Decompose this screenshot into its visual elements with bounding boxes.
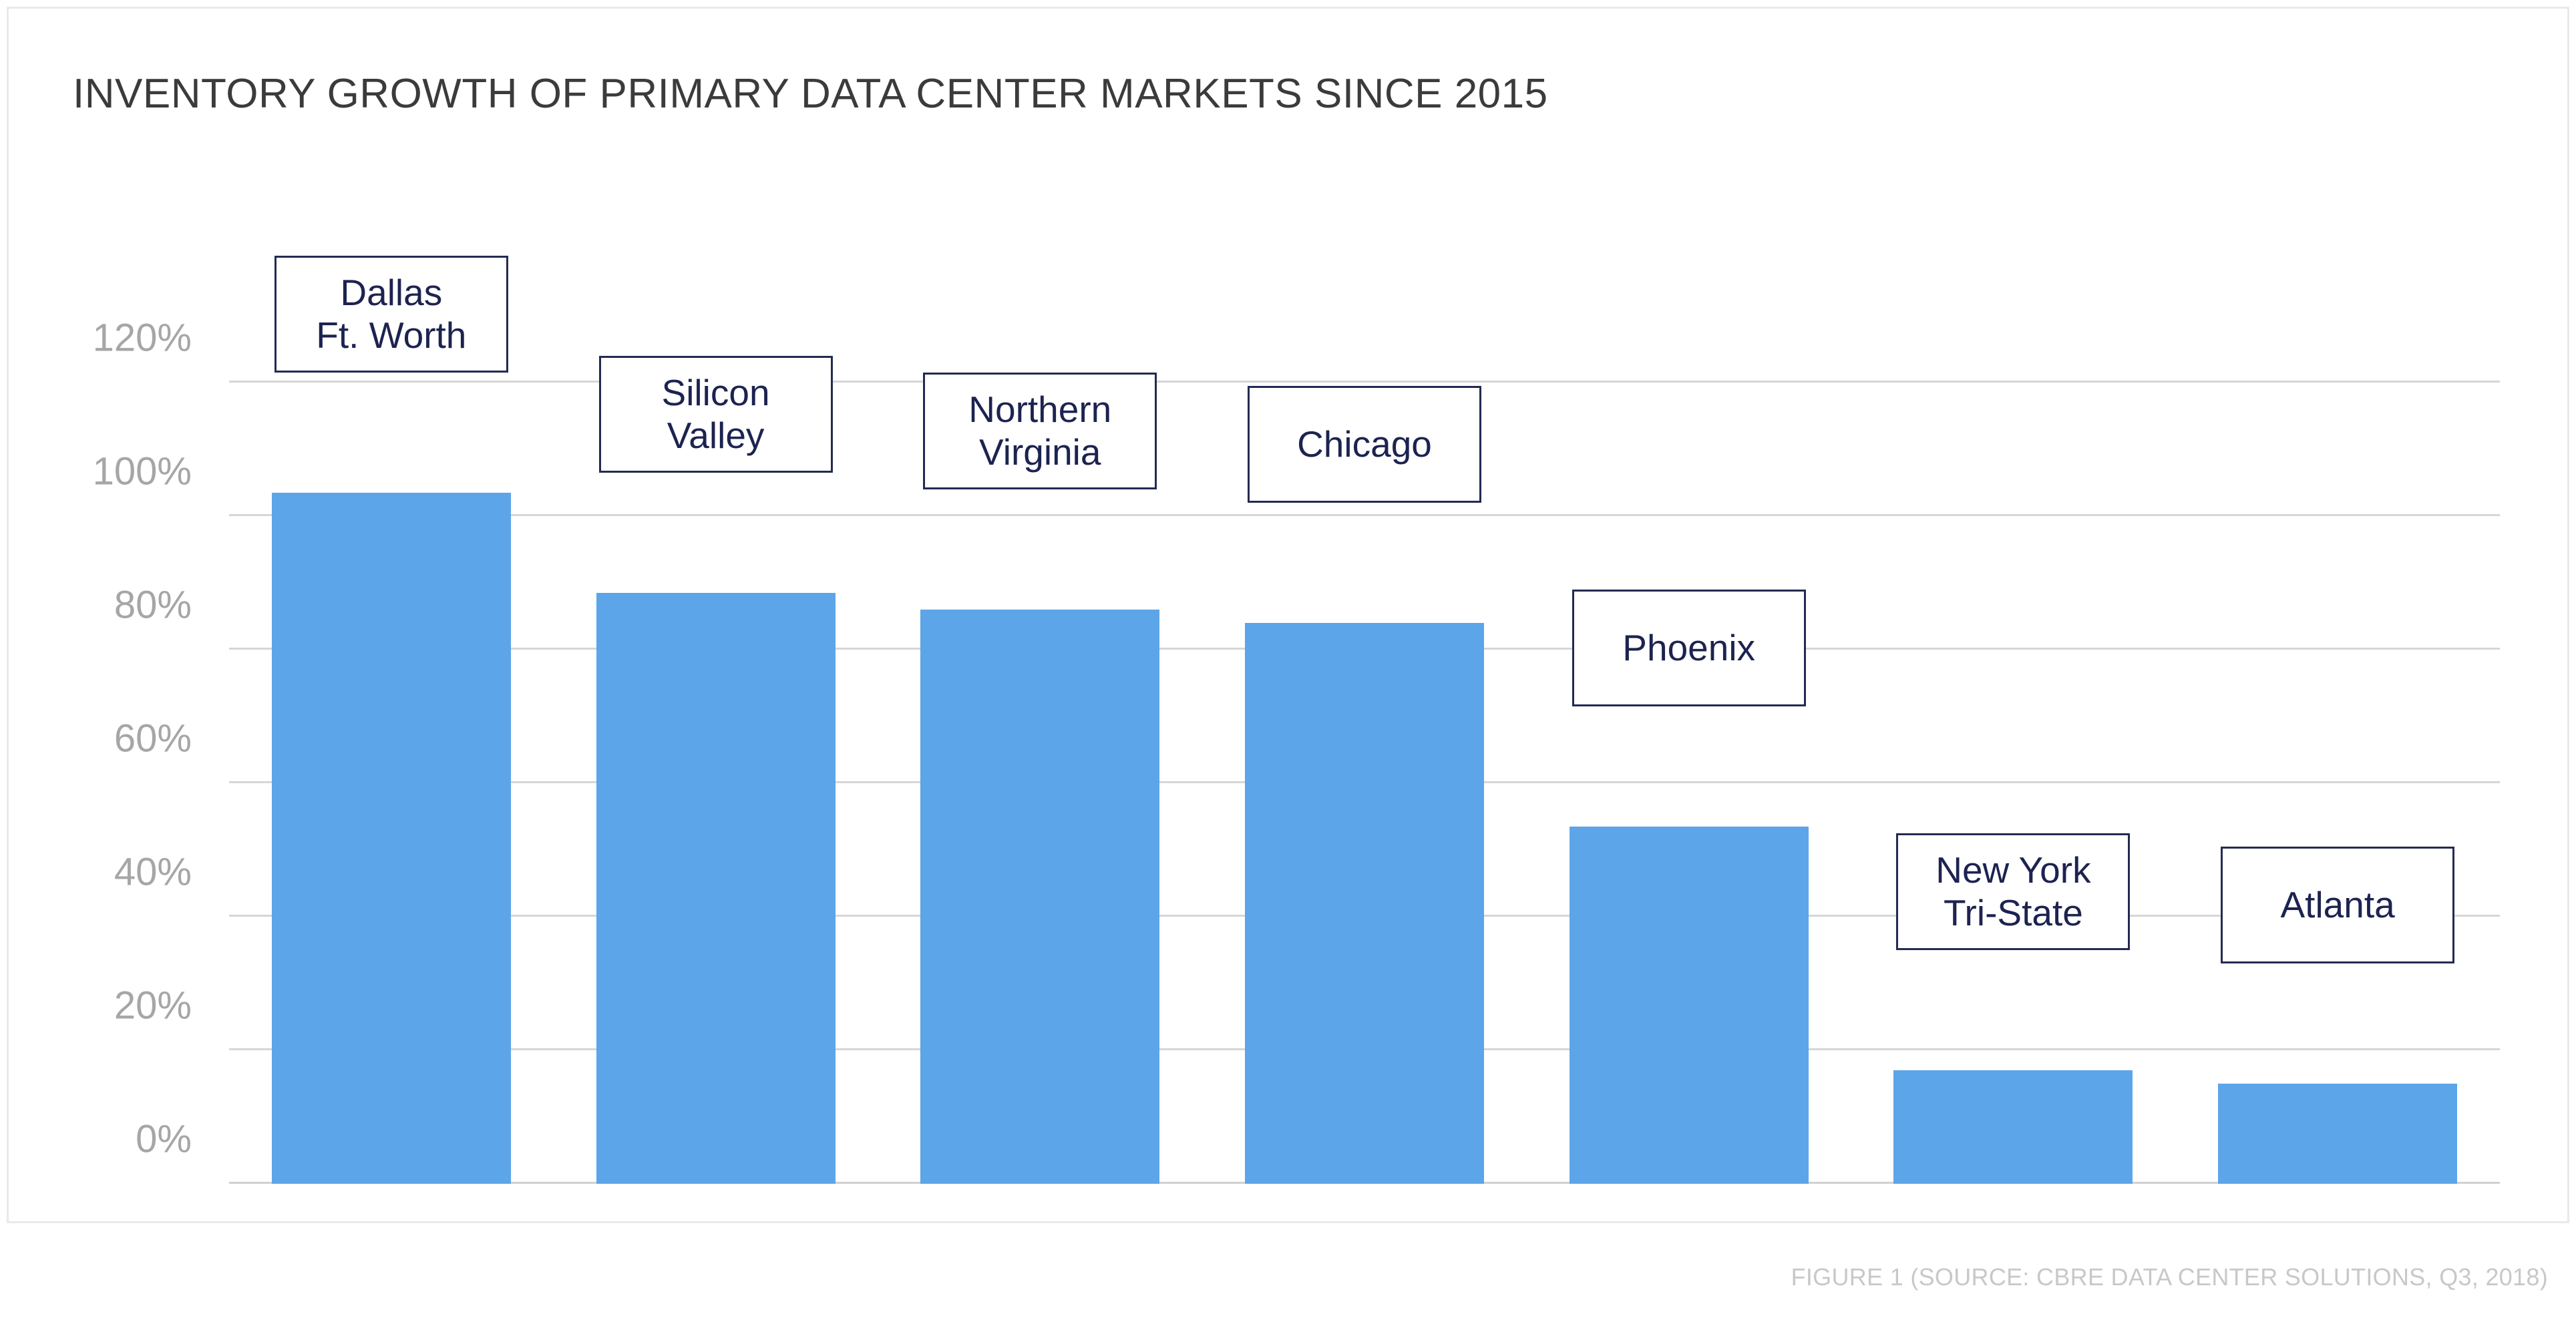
figure-frame: INVENTORY GROWTH OF PRIMARY DATA CENTER … xyxy=(7,7,2569,1223)
bar-category-label: Phoenix xyxy=(1572,590,1806,706)
bar-group: Chicago xyxy=(1202,383,1527,1184)
bar-group: New York Tri-State xyxy=(1851,383,2176,1184)
bar[interactable] xyxy=(271,493,511,1184)
chart-plot-area: 0% 20% 40% 60% 80% 100% 120% Dallas Ft. Worth S… xyxy=(93,256,2500,1184)
y-axis-tick-label: 40% xyxy=(114,850,192,894)
bar[interactable] xyxy=(1244,623,1484,1184)
bar-group: Dallas Ft. Worth xyxy=(229,256,554,1184)
bar-category-label: Dallas Ft. Worth xyxy=(274,256,508,373)
bar-group: Atlanta xyxy=(2175,383,2500,1184)
bar[interactable] xyxy=(2218,1084,2458,1184)
y-axis-tick-label: 0% xyxy=(136,1117,192,1161)
bar[interactable] xyxy=(1569,827,1809,1184)
y-axis-tick-label: 80% xyxy=(114,583,192,627)
bar[interactable] xyxy=(1893,1070,2133,1184)
page-title: INVENTORY GROWTH OF PRIMARY DATA CENTER … xyxy=(73,71,1548,117)
y-axis-tick-label: 120% xyxy=(92,316,192,360)
bar-category-label: Silicon Valley xyxy=(598,356,833,473)
bar-category-label: Chicago xyxy=(1247,386,1481,503)
y-axis-tick-label: 60% xyxy=(114,716,192,760)
figure-page: INVENTORY GROWTH OF PRIMARY DATA CENTER … xyxy=(0,0,2576,1326)
figure-source-note: FIGURE 1 (SOURCE: CBRE DATA CENTER SOLUT… xyxy=(1791,1263,2548,1291)
bar-category-label: New York Tri-State xyxy=(1896,833,2131,950)
bar-group: Silicon Valley xyxy=(554,356,878,1184)
bar-category-label: Atlanta xyxy=(2221,847,2455,963)
y-axis-tick-label: 100% xyxy=(92,449,192,493)
bar[interactable] xyxy=(920,610,1160,1184)
bar-category-label: Northern Virginia xyxy=(923,373,1157,489)
bar-group: Northern Virginia xyxy=(878,373,1202,1184)
bar-series: Dallas Ft. Worth Silicon Valley Northern V… xyxy=(229,256,2500,1184)
y-axis-tick-label: 20% xyxy=(114,983,192,1028)
bar-group: Phoenix xyxy=(1527,383,1851,1184)
bar[interactable] xyxy=(596,593,836,1184)
